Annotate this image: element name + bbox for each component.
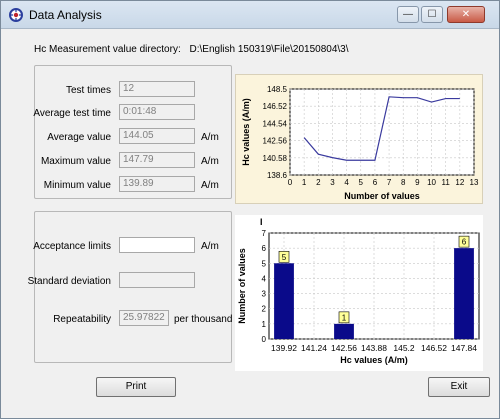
- max-value-field: 147.79: [119, 152, 195, 168]
- exit-button[interactable]: Exit: [428, 377, 490, 397]
- repeatability-unit: per thousand: [174, 314, 233, 325]
- std-dev-field: [119, 272, 195, 288]
- x-tick-label: 142.56: [331, 343, 357, 353]
- avg-value-unit: A/m: [201, 132, 219, 143]
- y-tick-label: 7: [262, 229, 267, 238]
- directory-line: Hc Measurement value directory: D:\Engli…: [34, 44, 349, 55]
- y-tick-label: 6: [262, 244, 267, 253]
- max-value-label: Maximum value: [40, 156, 111, 167]
- y-tick-label: 2: [262, 305, 267, 314]
- x-axis-label: Number of values: [344, 191, 420, 201]
- y-tick-label: 138.6: [267, 171, 288, 180]
- repeatability-label: Repeatability: [53, 314, 111, 325]
- hc-values-histogram: I 0 1 2 3 4 5 6 7 5 139.92 141.24 1 142.56 143.88 145.2…: [235, 215, 483, 371]
- line-chart-svg: 0 1 2 3 4 5 6 7 8 9 10 11 12 13138.6140.58142.56144.5…: [241, 85, 479, 201]
- y-tick-label: 0: [262, 335, 267, 344]
- x-tick-label: 139.92: [271, 343, 297, 353]
- x-tick-label: 8: [401, 178, 406, 187]
- print-button[interactable]: Print: [96, 377, 176, 397]
- x-tick-label: 13: [470, 178, 479, 187]
- data-analysis-window: Data Analysis — ☐ ✕ Hc Measurement value…: [0, 0, 500, 419]
- avg-time-field: 0:01:48: [119, 104, 195, 120]
- y-tick-label: 1: [262, 320, 267, 329]
- directory-label: Hc Measurement value directory:: [34, 44, 181, 55]
- x-tick-label: 143.88: [361, 343, 387, 353]
- x-tick-label: 12: [455, 178, 464, 187]
- bar-value-label: 5: [282, 253, 287, 262]
- x-tick-label: 0: [288, 178, 293, 187]
- x-tick-label: 146.52: [421, 343, 447, 353]
- x-tick-label: 145.2: [393, 343, 415, 353]
- x-tick-label: 2: [316, 178, 321, 187]
- x-tick-label: 7: [387, 178, 392, 187]
- avg-time-label: Average test time: [33, 108, 111, 119]
- x-tick-label: 5: [359, 178, 364, 187]
- y-tick-label: 3: [262, 290, 267, 299]
- test-times-label: Test times: [65, 85, 111, 96]
- histogram-bar: [274, 263, 294, 339]
- min-value-unit: A/m: [201, 180, 219, 191]
- app-icon: [9, 8, 23, 22]
- histogram-svg: I 0 1 2 3 4 5 6 7 5 139.92 141.24 1 142.56 143.88 145.2…: [237, 217, 480, 365]
- x-tick-label: 6: [373, 178, 378, 187]
- x-tick-label: 1: [302, 178, 307, 187]
- maximize-button[interactable]: ☐: [421, 6, 443, 23]
- x-tick-label: 147.84: [451, 343, 477, 353]
- close-button[interactable]: ✕: [447, 6, 485, 23]
- y-axis-label: Number of values: [237, 248, 247, 324]
- test-times-field: 12: [119, 81, 195, 97]
- x-tick-label: 11: [442, 178, 451, 187]
- acceptance-limits-label: Acceptance limits: [33, 241, 111, 252]
- acceptance-limits-unit: A/m: [201, 241, 219, 252]
- y-tick-label: 144.54: [263, 119, 288, 128]
- close-icon: ✕: [461, 9, 471, 20]
- x-tick-label: 141.24: [301, 343, 327, 353]
- minimize-icon: —: [403, 9, 413, 20]
- title-bar[interactable]: Data Analysis — ☐ ✕: [1, 1, 499, 29]
- y-tick-label: 4: [262, 274, 267, 283]
- x-tick-label: 3: [330, 178, 335, 187]
- bar-value-label: 6: [462, 238, 467, 247]
- x-tick-label: 9: [415, 178, 420, 187]
- plot-area: [289, 88, 475, 176]
- acceptance-limits-input[interactable]: [119, 237, 195, 253]
- maximize-icon: ☐: [427, 9, 437, 20]
- y-tick-label: 5: [262, 259, 267, 268]
- histogram-bar: [454, 248, 474, 339]
- avg-value-field: 144.05: [119, 128, 195, 144]
- y-tick-label: 140.58: [263, 154, 288, 163]
- x-tick-label: 4: [344, 178, 349, 187]
- x-axis-label: Hc values (A/m): [340, 355, 408, 365]
- bar-value-label: 1: [342, 313, 347, 322]
- chart-marker: I: [260, 217, 263, 227]
- histogram-bar: [334, 323, 354, 339]
- min-value-label: Minimum value: [43, 180, 111, 191]
- minimize-button[interactable]: —: [397, 6, 419, 23]
- std-dev-label: Standard deviation: [27, 276, 111, 287]
- avg-value-label: Average value: [47, 132, 111, 143]
- max-value-unit: A/m: [201, 156, 219, 167]
- y-tick-label: 148.5: [267, 85, 288, 94]
- hc-values-line-chart: 0 1 2 3 4 5 6 7 8 9 10 11 12 13 138.6 140.58 142.56 144.5…: [235, 74, 483, 204]
- window-title: Data Analysis: [29, 8, 102, 22]
- x-tick-label: 10: [427, 178, 436, 187]
- directory-path: D:\English 150319\File\20150804\3\: [189, 44, 349, 55]
- min-value-field: 139.89: [119, 176, 195, 192]
- y-axis-label: Hc values (A/m): [241, 98, 251, 166]
- y-tick-label: 146.52: [263, 102, 288, 111]
- y-tick-label: 142.56: [263, 137, 288, 146]
- repeatability-field: 25.97822: [119, 310, 169, 326]
